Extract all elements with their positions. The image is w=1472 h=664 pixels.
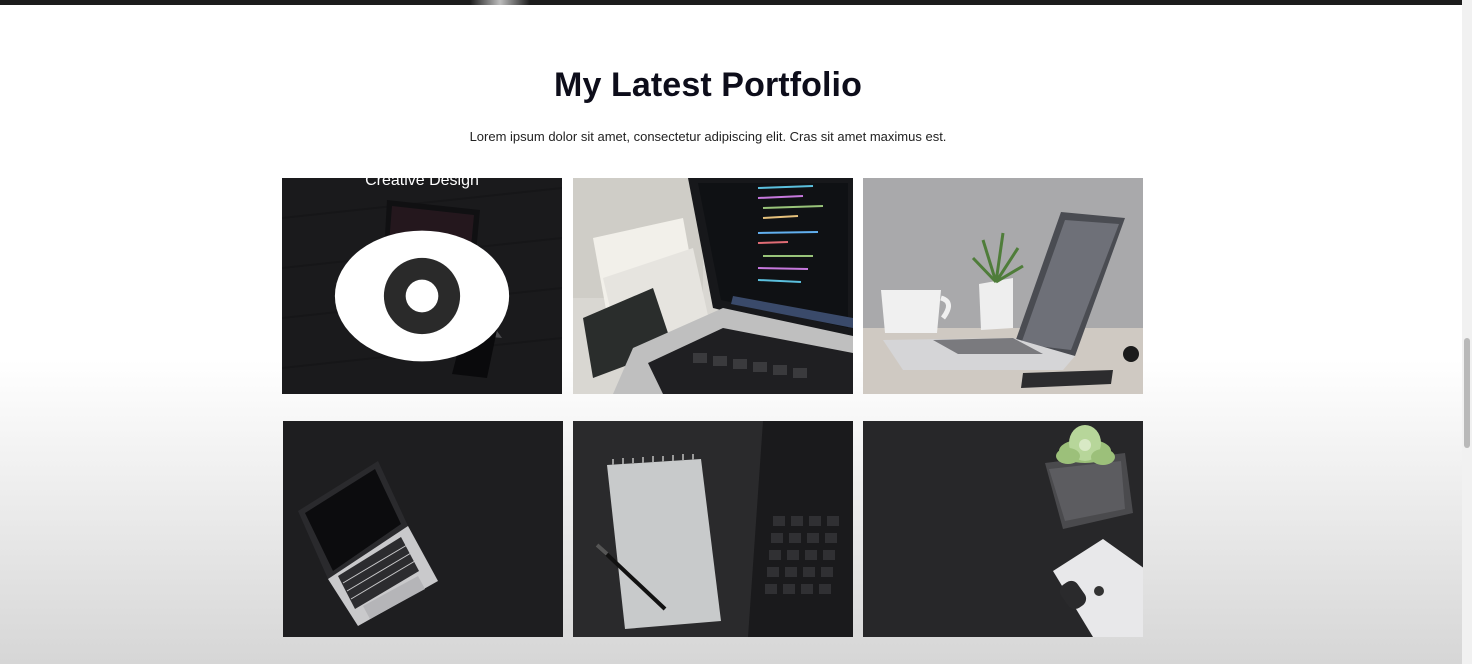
portfolio-image-6 — [863, 421, 1143, 637]
portfolio-item-6[interactable] — [863, 421, 1143, 637]
portfolio-image-3 — [863, 178, 1143, 394]
page-scrollbar[interactable] — [1462, 0, 1472, 664]
portfolio-item-3[interactable] — [863, 178, 1143, 394]
portfolio-hover-overlay: Creative Design — [282, 178, 562, 394]
portfolio-item-1[interactable]: Creative Design — [282, 178, 562, 394]
portfolio-item-5[interactable] — [573, 421, 853, 637]
section-subtitle: Lorem ipsum dolor sit amet, consectetur … — [469, 129, 947, 144]
section-title: My Latest Portfolio — [554, 66, 862, 104]
scrollbar-thumb[interactable] — [1464, 338, 1470, 448]
portfolio-item-title: Creative Design — [365, 178, 479, 189]
hero-strip-highlight — [470, 0, 530, 5]
portfolio-image-4 — [283, 421, 563, 637]
eye-icon[interactable] — [282, 198, 562, 394]
portfolio-item-4[interactable] — [283, 421, 563, 637]
portfolio-image-2 — [573, 178, 853, 394]
portfolio-image-5 — [573, 421, 853, 637]
hero-bottom-strip — [0, 0, 1462, 5]
portfolio-item-2[interactable] — [573, 178, 853, 394]
